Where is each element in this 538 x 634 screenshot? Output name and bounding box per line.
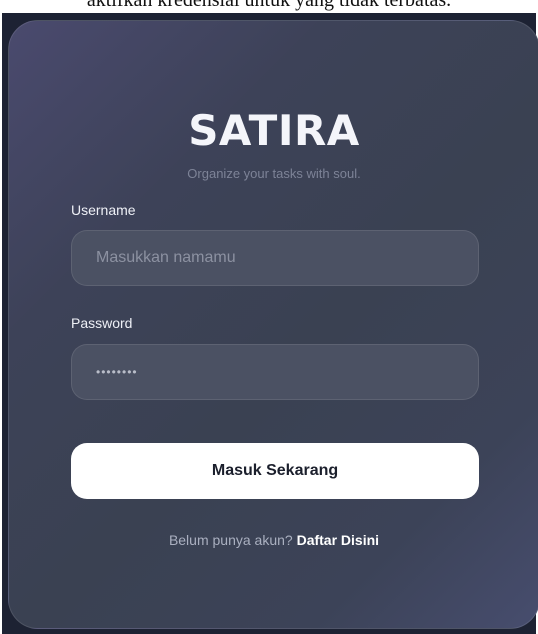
register-prompt: Belum punya akun? Daftar Disini [9,532,538,548]
top-caption: aktifkan kredensial untuk yang tidak ter… [86,0,452,11]
register-prompt-text: Belum punya akun? [168,532,297,548]
login-button[interactable]: Masuk Sekarang [71,443,479,499]
brand-tagline: Organize your tasks with soul. [187,166,361,181]
username-input[interactable] [71,230,479,286]
username-label: Username [71,202,136,218]
password-input[interactable] [71,344,479,400]
register-link[interactable]: Daftar Disini [297,532,379,548]
brand-title: SATIRA [188,106,360,155]
password-label: Password [71,315,133,331]
login-card: SATIRA Organize your tasks with soul. Us… [8,20,538,629]
